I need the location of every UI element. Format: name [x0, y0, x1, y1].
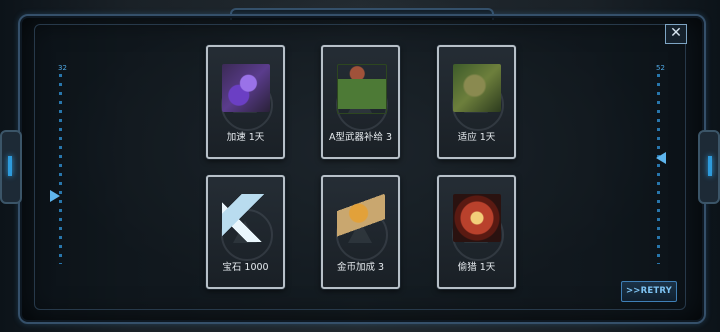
- adaptation-icon: [453, 64, 501, 112]
- left-hinge-light: [8, 156, 12, 176]
- right-hinge: [698, 130, 720, 204]
- left-gauge-value: 32: [58, 64, 67, 72]
- reward-card-adaptation[interactable]: 适应 1天: [437, 45, 516, 159]
- left-gauge: 32: [50, 64, 70, 266]
- right-hinge-light: [708, 156, 712, 176]
- right-gauge-rail: [657, 74, 660, 264]
- gold-bonus-icon: [337, 194, 385, 242]
- poaching-icon: [453, 194, 501, 242]
- reward-card-gold-bonus[interactable]: 金币加成 3: [321, 175, 400, 289]
- reward-label: 金币加成 3: [336, 262, 385, 273]
- retry-button[interactable]: >>RETRY: [621, 281, 677, 302]
- reward-card-speed[interactable]: 加速 1天: [206, 45, 285, 159]
- right-gauge-pointer: [656, 152, 666, 164]
- reward-label: 偷猎 1天: [457, 262, 496, 273]
- reward-card-gem[interactable]: 宝石 1000: [206, 175, 285, 289]
- left-gauge-pointer: [50, 190, 60, 202]
- close-button[interactable]: ✕: [665, 24, 687, 44]
- reward-label: 适应 1天: [457, 132, 496, 143]
- reward-card-weapon-supply[interactable]: A型武器补给 3: [321, 45, 400, 159]
- right-gauge: 52: [648, 64, 668, 266]
- reward-label: 宝石 1000: [222, 262, 269, 273]
- left-gauge-rail: [59, 74, 62, 264]
- reward-card-poaching[interactable]: 偷猎 1天: [437, 175, 516, 289]
- reward-label: 加速 1天: [226, 132, 265, 143]
- reward-label: A型武器补给 3: [328, 132, 393, 143]
- right-gauge-value: 52: [656, 64, 665, 72]
- weapon-crate-icon: [337, 64, 387, 114]
- gem-icon: [222, 194, 270, 242]
- left-hinge: [0, 130, 22, 204]
- speed-boost-icon: [222, 64, 270, 112]
